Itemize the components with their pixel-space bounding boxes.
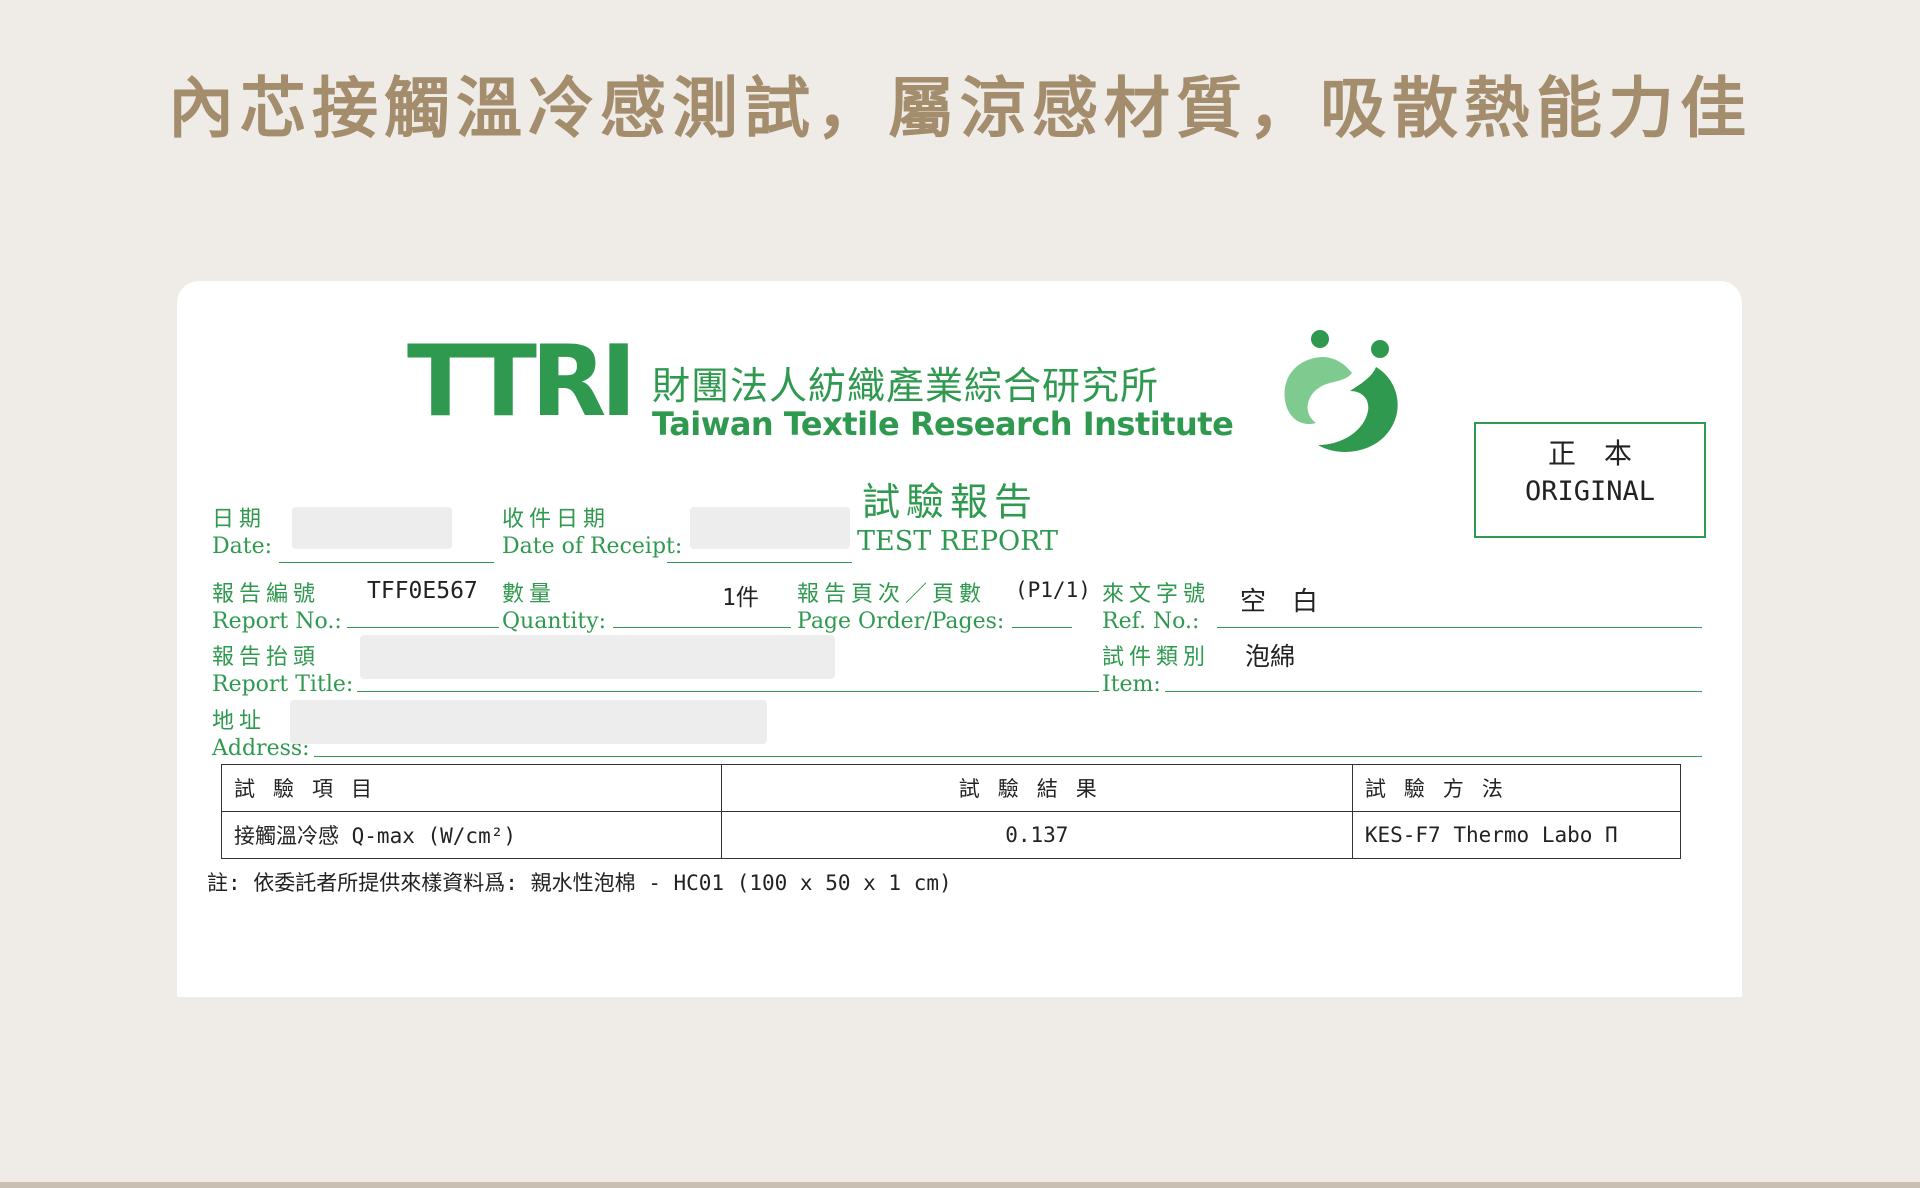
- report-no-label-zh: 報告編號: [212, 582, 321, 607]
- item-label-en: Item:: [1102, 672, 1161, 697]
- quantity-label: 數量 Quantity:: [502, 581, 606, 635]
- org-name-zh: 財團法人紡織產業綜合研究所: [652, 364, 1160, 408]
- ref-no-label-zh: 來文字號: [1102, 582, 1211, 607]
- quantity-label-en: Quantity:: [502, 609, 607, 634]
- date-label-en: Date:: [212, 534, 273, 559]
- report-title-label: 報告抬頭 Report Title:: [212, 644, 353, 698]
- pages-label: 報告頁次／頁數 Page Order/Pages:: [797, 581, 1004, 635]
- receipt-label: 收件日期 Date of Receipt:: [502, 506, 682, 560]
- item-underline: [1165, 691, 1702, 692]
- date-label: 日期 Date:: [212, 506, 272, 560]
- redacted-report-title: [360, 635, 835, 679]
- ref-no-label: 來文字號 Ref. No.:: [1102, 581, 1210, 635]
- header-test-result: 試驗結果: [720, 764, 1353, 812]
- original-stamp: 正本 ORIGINAL: [1474, 422, 1706, 538]
- item-label-zh: 試件類別: [1102, 645, 1211, 670]
- header-test-method: 試驗方法: [1351, 764, 1682, 812]
- stamp-en: ORIGINAL: [1524, 476, 1656, 507]
- results-table: 試驗項目 試驗結果 試驗方法 接觸溫冷感 Q-max (W/cm²) 0.137…: [221, 764, 1682, 859]
- report-title-en: TEST REPORT: [857, 526, 1059, 557]
- redacted-date: [292, 507, 452, 549]
- receipt-label-zh: 收件日期: [502, 507, 611, 532]
- bottom-rule: [0, 1182, 1920, 1188]
- report-title-zh: 試驗報告: [862, 480, 1039, 524]
- quantity-underline: [613, 627, 791, 628]
- table-header-row: 試驗項目 試驗結果 試驗方法: [221, 764, 1682, 812]
- quantity-value: 1件: [722, 585, 759, 611]
- report-no-underline: [347, 627, 499, 628]
- ttri-emblem-icon: [1284, 330, 1398, 452]
- date-underline: [279, 562, 494, 563]
- report-title-underline: [357, 691, 1099, 692]
- ref-no-underline: [1217, 627, 1702, 628]
- report-title-label-en: Report Title:: [212, 672, 354, 697]
- cell-test-item: 接觸溫冷感 Q-max (W/cm²): [221, 811, 722, 859]
- stamp-zh: 正本: [1547, 437, 1660, 470]
- ref-no-value: 空 白: [1240, 587, 1319, 617]
- report-no-label: 報告編號 Report No.:: [212, 581, 342, 635]
- pages-underline: [1012, 627, 1072, 628]
- quantity-label-zh: 數量: [502, 582, 557, 607]
- cell-test-result: 0.137: [720, 811, 1353, 859]
- org-name-en: Taiwan Textile Research Institute: [652, 405, 1234, 443]
- ref-no-label-en: Ref. No.:: [1102, 609, 1200, 634]
- pages-value: (P1/1): [1015, 578, 1091, 602]
- page-headline: 內芯接觸溫冷感測試，屬涼感材質，吸散熱能力佳: [168, 70, 1752, 147]
- table-row: 接觸溫冷感 Q-max (W/cm²) 0.137 KES-F7 Thermo …: [221, 811, 1682, 859]
- item-label: 試件類別 Item:: [1102, 644, 1210, 698]
- sample-note: 註: 依委託者所提供來樣資料爲: 親水性泡棉 - HC01 (100 x 50 …: [207, 871, 952, 895]
- date-label-zh: 日期: [212, 507, 267, 532]
- test-report-document: TTRI 財團法人紡織產業綜合研究所 Taiwan Textile Resear…: [177, 281, 1742, 997]
- header-test-item: 試驗項目: [221, 764, 722, 812]
- receipt-underline: [667, 562, 852, 563]
- pages-label-en: Page Order/Pages:: [797, 609, 1005, 634]
- report-no-value: TFF0E567: [367, 578, 478, 604]
- receipt-label-en: Date of Receipt:: [502, 534, 683, 559]
- redacted-address: [290, 700, 767, 744]
- pages-label-zh: 報告頁次／頁數: [797, 582, 987, 607]
- item-value: 泡綿: [1245, 642, 1296, 671]
- report-title-label-zh: 報告抬頭: [212, 645, 321, 670]
- ttri-logo-mark: TTRI: [407, 325, 637, 439]
- cell-test-method: KES-F7 Thermo Labo Π: [1351, 811, 1682, 859]
- report-no-label-en: Report No.:: [212, 609, 342, 634]
- address-underline: [314, 756, 1702, 757]
- redacted-receipt-date: [690, 507, 850, 549]
